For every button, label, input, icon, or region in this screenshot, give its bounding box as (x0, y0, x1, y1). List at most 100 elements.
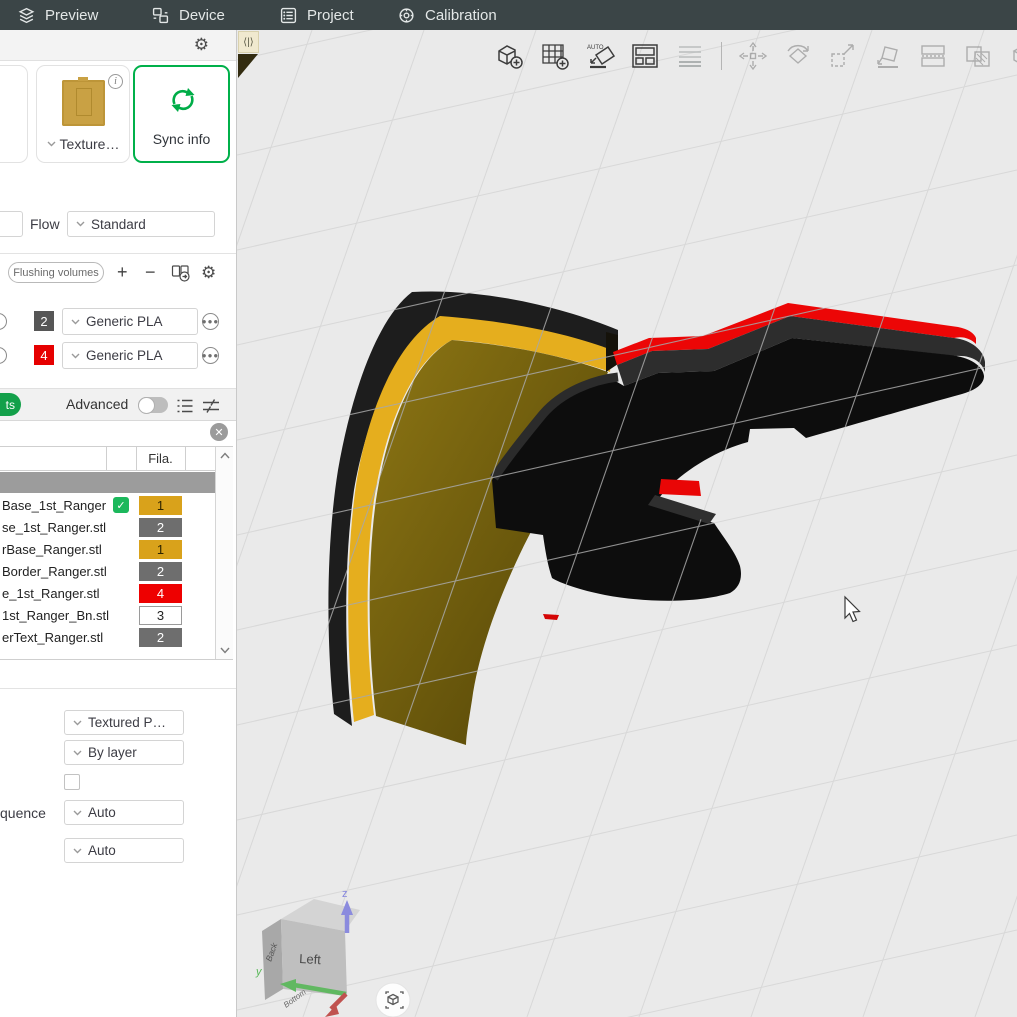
device-icon (152, 7, 169, 24)
filament-chip[interactable]: 1 (139, 496, 182, 515)
filament-chip[interactable]: 2 (139, 628, 182, 647)
chevron-down-icon (73, 810, 82, 816)
nozzle-field-partial[interactable] (0, 211, 23, 237)
tab-preview[interactable]: Preview (18, 7, 98, 24)
axis-y-label: y (255, 966, 263, 978)
filament-select-1[interactable]: Generic PLA (62, 308, 198, 335)
checkbox-checked-icon[interactable]: ✓ (113, 497, 129, 513)
plate-type-label: Texture… (37, 136, 129, 152)
rotate-icon[interactable] (780, 38, 816, 74)
object-name: erText_Ranger.stl (2, 630, 103, 645)
objects-tab-partial[interactable]: ts (0, 393, 21, 416)
collapse-panel-icon[interactable]: ⟨|⟩ (238, 31, 259, 53)
project-icon (280, 7, 297, 24)
print-order-select[interactable]: Auto (64, 838, 184, 863)
ams-sync-icon[interactable] (171, 263, 191, 283)
fila-column-header: Fila. (136, 451, 185, 466)
advanced-toggle[interactable] (138, 397, 168, 413)
toggle-knob (138, 397, 155, 414)
model-red-tab (659, 479, 701, 496)
toolbar-divider (721, 42, 722, 70)
plate-corner-marker (238, 54, 258, 78)
filament-index-chip[interactable]: 2 (34, 311, 54, 331)
tune-icon[interactable] (202, 398, 220, 414)
table-row[interactable]: Border_Ranger.stl 2 (0, 560, 215, 582)
chevron-down-icon (73, 848, 82, 854)
print-sequence-select[interactable]: Auto (64, 800, 184, 825)
axis-z-label: z (342, 888, 348, 900)
slicing-mode-select[interactable]: By layer (64, 740, 184, 765)
table-row[interactable]: 1st_Ranger_Bn.stl 3 (0, 604, 215, 626)
place-on-face-icon[interactable] (870, 38, 906, 74)
filament-chip[interactable]: 4 (139, 584, 182, 603)
slicer-app: Preview Device Project Calibration ⚙ i T… (0, 0, 1017, 1017)
tab-project[interactable]: Project (280, 7, 354, 24)
object-name: rBase_Ranger.stl (2, 542, 102, 557)
top-tab-bar: Preview Device Project Calibration (0, 0, 1017, 30)
flow-select[interactable]: Standard (67, 211, 215, 237)
table-scrollbar[interactable] (215, 447, 233, 659)
plate-type-card[interactable]: i Texture… (36, 65, 130, 163)
option-checkbox[interactable] (64, 774, 80, 790)
flushing-settings-gear-icon[interactable]: ⚙ (201, 264, 216, 281)
object-name: se_1st_Ranger.stl (2, 520, 106, 535)
table-row[interactable]: se_1st_Ranger.stl 2 (0, 516, 215, 538)
viewport-toolbar: AUTO (492, 36, 1017, 76)
filament-menu-icon[interactable]: ●●● (202, 313, 219, 330)
table-row[interactable]: Base_1st_Ranger ✓ 1 (0, 494, 215, 516)
viewport-3d[interactable]: ⟨|⟩ (237, 30, 1017, 1017)
panel-header-strip: ⚙ (0, 30, 236, 61)
mode-bar: ts Advanced (0, 388, 236, 421)
tab-device[interactable]: Device (152, 7, 225, 24)
side-panel: ⚙ i Texture… Sync info Flow Sta (0, 30, 237, 1017)
filament-chip[interactable]: 2 (139, 518, 182, 537)
remove-filament-icon[interactable]: − (145, 263, 156, 281)
cut-icon[interactable] (915, 38, 951, 74)
sync-icon (166, 83, 200, 117)
close-table-icon[interactable]: ✕ (210, 423, 228, 441)
chevron-down-icon (47, 141, 56, 147)
filament-edit-icon-partial[interactable] (0, 347, 7, 364)
tab-label: Project (307, 7, 354, 24)
filament-edit-icon-partial[interactable] (0, 313, 7, 330)
fit-view-button[interactable] (376, 983, 410, 1017)
flow-value: Standard (91, 217, 146, 232)
printer-settings-gear-icon[interactable]: ⚙ (194, 36, 209, 53)
add-filament-icon[interactable]: + (117, 263, 128, 281)
printer-card-partial[interactable] (0, 65, 28, 163)
sync-info-card[interactable]: Sync info (133, 65, 230, 163)
scroll-up-icon[interactable] (220, 452, 230, 459)
add-plate-icon[interactable] (537, 38, 573, 74)
object-table: Fila. Base_1st_Ranger ✓ 1 se_1st_Ranger.… (0, 446, 233, 660)
flow-label: Flow (30, 216, 60, 232)
variable-layer-icon[interactable] (672, 38, 708, 74)
filament-chip[interactable]: 2 (139, 562, 182, 581)
mirror-icon[interactable] (960, 38, 996, 74)
filament-select-2[interactable]: Generic PLA (62, 342, 198, 369)
filament-chip[interactable]: 1 (139, 540, 182, 559)
scale-icon[interactable] (825, 38, 861, 74)
add-model-icon[interactable] (492, 38, 528, 74)
plate-type-select[interactable]: Textured P… (64, 710, 184, 735)
scroll-down-icon[interactable] (220, 647, 230, 654)
auto-orient-icon[interactable]: AUTO (582, 38, 618, 74)
chevron-down-icon (73, 750, 82, 756)
table-row-selected[interactable] (0, 472, 215, 493)
tab-calibration[interactable]: Calibration (398, 7, 497, 24)
list-view-icon[interactable] (176, 398, 194, 414)
filament-index-chip[interactable]: 4 (34, 345, 54, 365)
chevron-down-icon (76, 221, 85, 227)
arrange-icon[interactable] (627, 38, 663, 74)
flushing-volumes-button[interactable]: Flushing volumes (8, 262, 104, 283)
move-icon[interactable] (735, 38, 771, 74)
table-row[interactable]: e_1st_Ranger.stl 4 (0, 582, 215, 604)
chevron-down-icon (71, 319, 80, 325)
axis-x (331, 994, 346, 1009)
info-icon[interactable]: i (108, 74, 123, 89)
filament-chip[interactable]: 3 (139, 606, 182, 625)
object-name: e_1st_Ranger.stl (2, 586, 100, 601)
table-row[interactable]: rBase_Ranger.stl 1 (0, 538, 215, 560)
assembly-icon[interactable] (1005, 38, 1017, 74)
table-row[interactable]: erText_Ranger.stl 2 (0, 626, 215, 648)
filament-menu-icon[interactable]: ●●● (202, 347, 219, 364)
